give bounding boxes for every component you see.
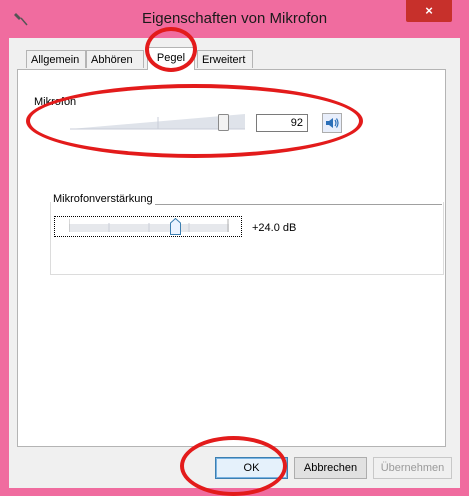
title-bar[interactable]: Eigenschaften von Mikrofon × — [0, 0, 469, 38]
boost-group — [50, 202, 444, 275]
tab-pegel[interactable]: Pegel — [147, 47, 195, 70]
window-title: Eigenschaften von Mikrofon — [141, 10, 328, 27]
tab-abhoeren[interactable]: Abhören — [86, 50, 144, 68]
tab-label: Pegel — [156, 52, 186, 64]
tab-erweitert[interactable]: Erweitert — [197, 50, 253, 68]
tab-label: Erweitert — [202, 54, 246, 66]
boost-slider[interactable] — [54, 216, 242, 237]
mikrofon-slider[interactable] — [70, 114, 245, 131]
speaker-icon — [326, 118, 339, 128]
tab-strip: Allgemein Abhören Pegel Erweitert — [9, 38, 460, 73]
tab-page-pegel: Mikrofon 92 Mikrofonverstärkung +24.0 dB — [17, 69, 446, 447]
dialog-client: Allgemein Abhören Pegel Erweitert Mikrof… — [9, 38, 460, 488]
boost-slider-track — [69, 219, 229, 232]
tab-allgemein[interactable]: Allgemein — [26, 50, 86, 68]
apply-button[interactable]: Übernehmen — [373, 457, 452, 479]
mikrofon-group-label: Mikrofon — [32, 96, 79, 108]
slider-thumb[interactable] — [218, 114, 229, 131]
boost-value: +24.0 dB — [252, 222, 297, 234]
tab-label: Abhören — [91, 54, 133, 66]
boost-slider-thumb[interactable] — [170, 218, 181, 235]
boost-group-label: Mikrofonverstärkung — [51, 193, 155, 205]
dialog-window: Eigenschaften von Mikrofon × Allgemein A… — [0, 0, 469, 496]
tab-label: Allgemein — [31, 54, 80, 66]
cancel-button[interactable]: Abbrechen — [294, 457, 367, 479]
mute-button[interactable] — [322, 113, 342, 133]
ok-button[interactable]: OK — [215, 457, 288, 479]
close-button[interactable]: × — [406, 0, 452, 22]
mikrofon-level-input[interactable]: 92 — [256, 114, 308, 132]
